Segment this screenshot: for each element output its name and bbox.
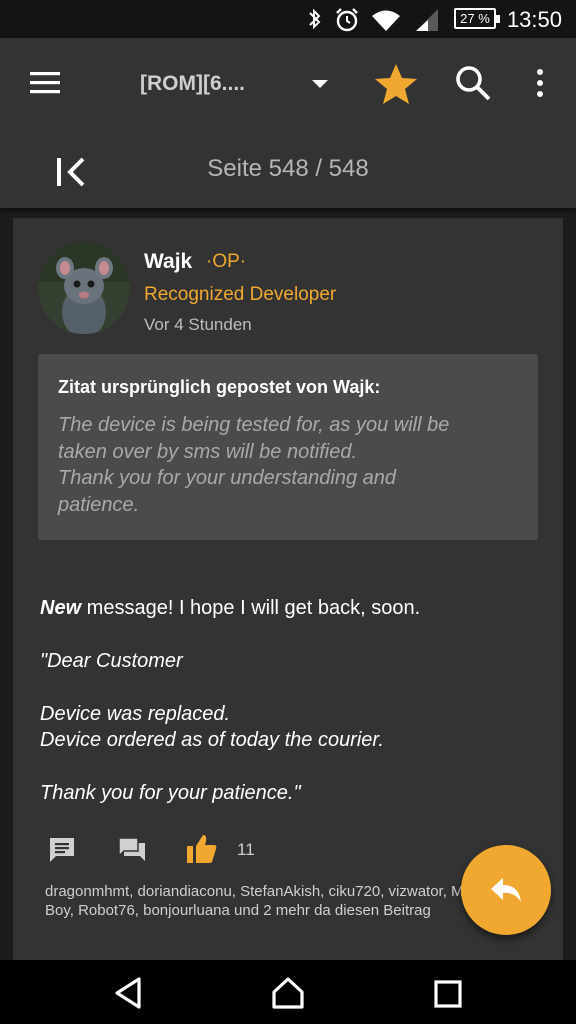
message-text: "Dear Customer bbox=[40, 650, 183, 672]
more-icon[interactable] bbox=[534, 68, 546, 100]
system-navigation-bar bbox=[0, 960, 576, 1024]
quote-reply-icon[interactable] bbox=[116, 835, 148, 865]
page-indicator[interactable]: Seite 548 / 548 bbox=[0, 155, 576, 183]
post-time: Vor 4 Stunden bbox=[144, 315, 252, 334]
message-line: Thank you for your patience." bbox=[40, 782, 540, 805]
comment-icon[interactable] bbox=[47, 835, 77, 865]
back-icon[interactable] bbox=[112, 976, 144, 1010]
message-text: message! I hope I will get back, soon. bbox=[81, 597, 421, 619]
message-text: Device was replaced. bbox=[40, 703, 231, 725]
thread-title[interactable]: [ROM][6.... bbox=[140, 72, 245, 96]
signal-icon bbox=[416, 9, 438, 31]
reply-fab-button[interactable] bbox=[461, 845, 551, 935]
wifi-icon bbox=[372, 10, 400, 31]
message-line: Device was replaced. bbox=[40, 703, 540, 726]
message-text: Thank you for your patience." bbox=[40, 782, 301, 804]
quote-header: Zitat ursprünglich gepostet von Wajk: bbox=[58, 377, 381, 397]
quote-line: taken over by sms will be notified. bbox=[58, 440, 358, 463]
menu-icon[interactable] bbox=[28, 70, 62, 96]
quote-line: The device is being tested for, as you w… bbox=[58, 414, 450, 436]
clock: 13:50 bbox=[506, 7, 562, 32]
rat-avatar-image bbox=[38, 242, 130, 334]
thumbs-up-icon[interactable] bbox=[185, 832, 219, 866]
status-bar: 27 % 13:50 bbox=[0, 0, 576, 38]
star-icon[interactable] bbox=[373, 62, 419, 106]
reply-icon bbox=[491, 878, 521, 902]
bluetooth-icon bbox=[309, 8, 321, 30]
quote-block: Zitat ursprünglich gepostet von Wajk: Th… bbox=[38, 354, 538, 540]
quote-line: Thank you for your understanding and bbox=[58, 467, 396, 489]
avatar[interactable] bbox=[38, 242, 130, 334]
message-line: Device ordered as of today the courier. bbox=[40, 729, 540, 752]
quote-line: patience. bbox=[58, 493, 140, 516]
user-role: Recognized Developer bbox=[144, 284, 337, 305]
message-line: "Dear Customer bbox=[40, 650, 540, 673]
search-icon[interactable] bbox=[454, 64, 494, 104]
message-text: Device ordered as of today the courier. bbox=[40, 729, 384, 751]
app-bar: [ROM][6.... bbox=[0, 38, 576, 134]
username[interactable]: Wajk bbox=[144, 250, 192, 274]
recents-icon[interactable] bbox=[433, 979, 463, 1009]
alarm-icon bbox=[336, 8, 358, 32]
message-line: New message! I hope I will get back, soo… bbox=[40, 597, 540, 620]
dropdown-icon[interactable] bbox=[310, 78, 330, 90]
op-badge: ·OP· bbox=[206, 251, 247, 272]
message-new-word: New bbox=[40, 597, 82, 619]
home-icon[interactable] bbox=[270, 975, 306, 1011]
quote-text: The device is being tested for, as you w… bbox=[58, 412, 528, 518]
likes-count: 11 bbox=[237, 840, 255, 859]
page-navigation-bar: Seite 548 / 548 bbox=[0, 134, 576, 208]
likers-list[interactable]: dragonmhmt, doriandiaconu, StefanAkish, … bbox=[45, 882, 515, 920]
battery-icon: 27 % bbox=[454, 8, 500, 29]
